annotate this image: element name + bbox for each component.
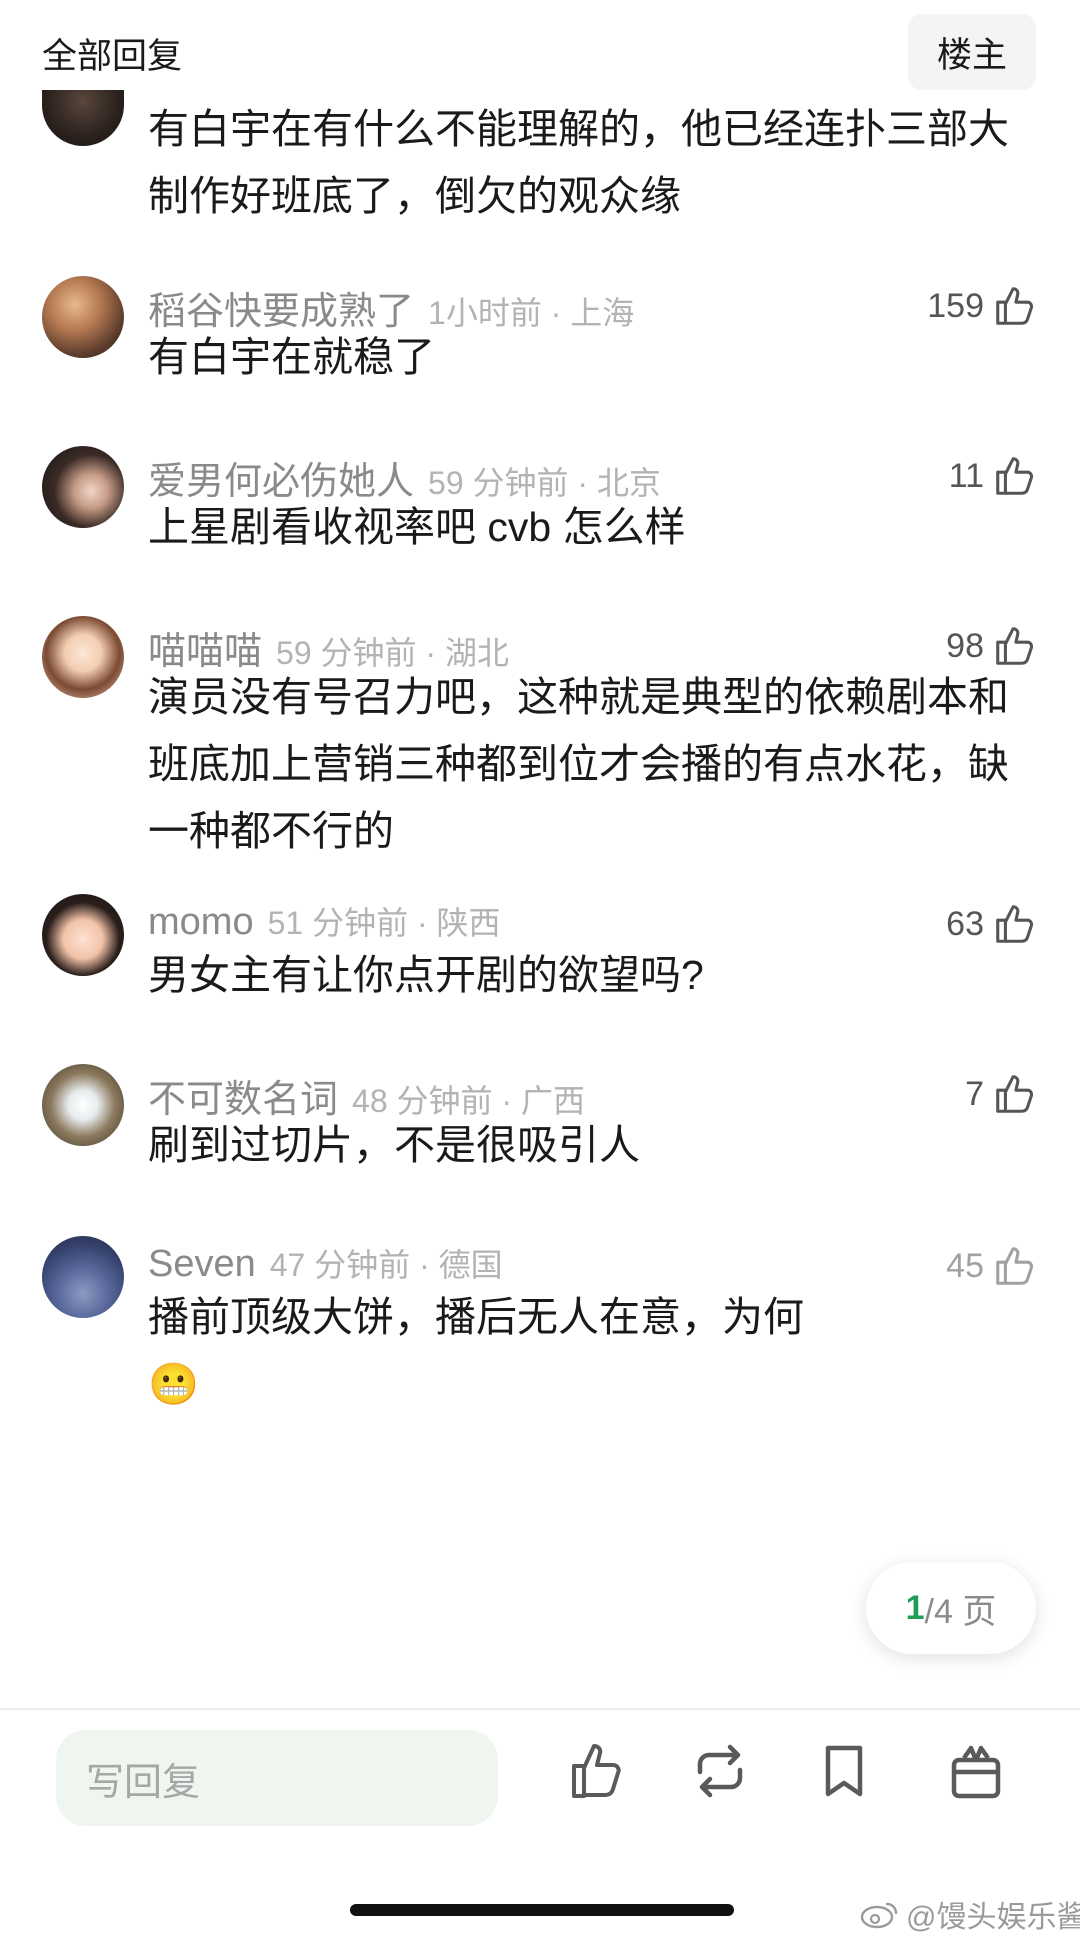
page-indicator[interactable]: 1 /4 页: [866, 1562, 1036, 1654]
like-count: 11: [948, 456, 984, 495]
thumbs-up-icon: [996, 1247, 1034, 1285]
like-count: 159: [927, 286, 984, 325]
avatar[interactable]: [42, 1236, 124, 1318]
comment-list: 有白宇在有什么不能理解的，他已经连扑三部大制作好班底了，倒欠的观众缘 稻谷快要成…: [0, 0, 1080, 1705]
home-indicator[interactable]: [350, 1904, 734, 1916]
avatar[interactable]: [42, 616, 124, 698]
op-only-button[interactable]: 楼主: [908, 14, 1036, 90]
grimace-emoji: 😬: [148, 1360, 200, 1408]
like-count: 45: [946, 1246, 984, 1285]
comment-text: 播前顶级大饼，播后无人在意，为何 😬: [148, 1284, 1018, 1418]
total-pages: /4 页: [924, 1592, 997, 1631]
avatar[interactable]: [42, 446, 124, 528]
comment-text-line: 播前顶级大饼，播后无人在意，为何: [148, 1294, 804, 1340]
comment-time-location: 51 分钟前 · 陕西: [267, 905, 501, 941]
thumbs-up-icon: [996, 627, 1034, 665]
thumbs-up-icon: [996, 457, 1034, 495]
thumbs-up-icon: [996, 905, 1034, 943]
comment-text: 男女主有让你点开剧的欲望吗?: [148, 952, 704, 998]
watermark-text: @馒头娱乐酱: [906, 1901, 1080, 1934]
comment-time-location: 47 分钟前 · 德国: [269, 1247, 503, 1283]
comment-text: 上星剧看收视率吧 cvb 怎么样: [148, 504, 686, 550]
thumbs-up-icon: [996, 1075, 1034, 1113]
reply-input[interactable]: 写回复: [56, 1730, 498, 1826]
comment-text: 有白宇在有什么不能理解的，他已经连扑三部大制作好班底了，倒欠的观众缘: [148, 106, 1009, 219]
avatar[interactable]: [42, 276, 124, 358]
header: 全部回复 楼主: [0, 0, 1080, 108]
thumbs-up-icon: [996, 287, 1034, 325]
page-title: 全部回复: [42, 37, 183, 76]
current-page: 1: [905, 1588, 925, 1627]
gift-icon[interactable]: [946, 1738, 1006, 1804]
weibo-icon: [860, 1902, 898, 1929]
username[interactable]: Seven: [148, 1243, 256, 1286]
like-count: 7: [965, 1074, 984, 1113]
watermark: @馒头娱乐酱: [860, 1892, 1080, 1936]
avatar[interactable]: [42, 1064, 124, 1146]
thumbs-up-icon[interactable]: [566, 1738, 626, 1804]
comment-text: 刷到过切片，不是很吸引人: [148, 1122, 640, 1168]
like-count: 98: [946, 626, 984, 665]
avatar[interactable]: [42, 894, 124, 976]
username[interactable]: momo: [148, 901, 254, 944]
bookmark-icon[interactable]: [814, 1738, 874, 1804]
comment-text: 演员没有号召力吧，这种就是典型的依赖剧本和班底加上营销三种都到位才会播的有点水花…: [148, 674, 1009, 854]
like-count: 63: [946, 904, 984, 943]
comment-text: 有白宇在就稳了: [148, 334, 435, 380]
repost-icon[interactable]: [690, 1738, 750, 1804]
